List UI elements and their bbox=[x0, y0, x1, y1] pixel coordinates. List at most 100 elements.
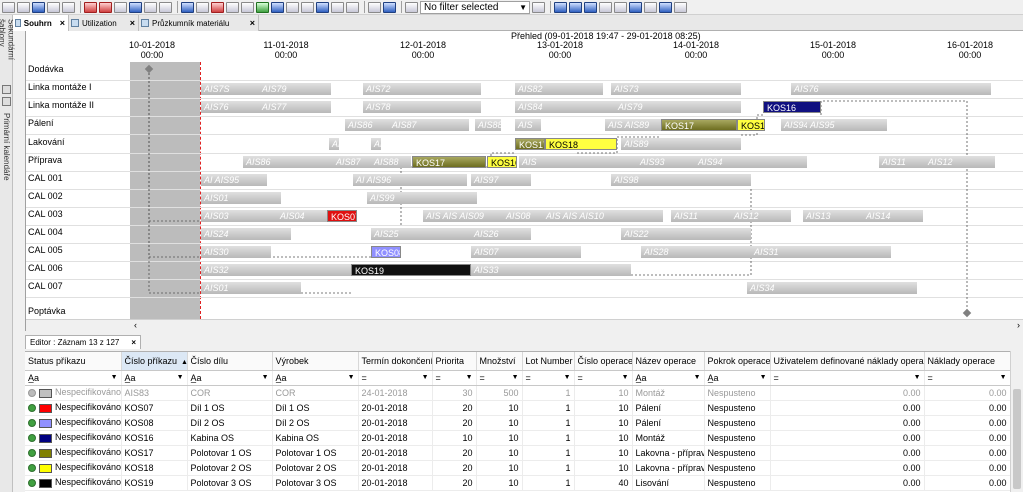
view-5-icon[interactable] bbox=[614, 1, 627, 13]
view-4-icon[interactable] bbox=[599, 1, 612, 13]
export-icon[interactable] bbox=[346, 1, 359, 13]
gantt-bar-operation[interactable]: AIS22 bbox=[621, 228, 751, 240]
gantt-bar-operation[interactable]: AIS87 bbox=[389, 119, 469, 131]
column-filter[interactable]: = ▼ bbox=[770, 370, 925, 386]
gantt-bar-operation[interactable]: AIS AIS89 bbox=[605, 119, 661, 131]
gantt-bar-operation[interactable]: AIS76 bbox=[791, 83, 991, 95]
gantt-bar-operation[interactable]: AIS86 bbox=[243, 156, 333, 168]
side-tab-primarni-kalendare[interactable]: Primární kalendáře bbox=[0, 111, 13, 181]
close-icon[interactable]: × bbox=[242, 18, 255, 28]
gantt-bar-operation[interactable]: AIS14 bbox=[863, 210, 923, 222]
text-icon[interactable] bbox=[644, 1, 657, 13]
gantt-bar-operation[interactable]: AIS01 bbox=[201, 192, 281, 204]
filter-icon[interactable] bbox=[405, 1, 418, 13]
gantt-bar-operation[interactable]: AIS99 bbox=[367, 192, 477, 204]
undo-icon[interactable] bbox=[2, 1, 15, 13]
settings-icon[interactable] bbox=[383, 1, 396, 13]
gantt-bar-operation[interactable]: AIS AIS AIS09 bbox=[423, 210, 513, 222]
gantt-bar-operation[interactable]: AIS88 bbox=[371, 156, 411, 168]
gantt-bar-operation[interactable]: AIS78 bbox=[363, 101, 481, 113]
table-row[interactable]: Nespecifikováno KOS17 Polotovar 1 OS Poloto… bbox=[25, 445, 1011, 461]
gantt-bar-order[interactable]: KOS19 bbox=[351, 264, 471, 276]
column-header[interactable]: Množství bbox=[476, 352, 523, 371]
gantt-bar-operation[interactable]: AIS88 bbox=[475, 119, 501, 131]
column-header[interactable]: Status příkazu bbox=[25, 352, 122, 371]
table-row[interactable]: Nespecifikováno KOS07 Díl 1 OS Díl 1 OS 20-0… bbox=[25, 400, 1011, 416]
gantt-horizontal-scrollbar[interactable]: ‹ › bbox=[26, 319, 1023, 331]
gantt-bar-operation[interactable]: AIS12 bbox=[731, 210, 791, 222]
tab-utilization[interactable]: Utilization × bbox=[69, 15, 139, 31]
column-filter[interactable]: A̲a ▼ bbox=[704, 370, 771, 386]
grid-icon[interactable] bbox=[286, 1, 299, 13]
view-8-icon[interactable] bbox=[674, 1, 687, 13]
grid-vertical-scrollbar[interactable] bbox=[1010, 351, 1023, 492]
side-tab-sekundarni-sablony[interactable]: Sekundární šablony bbox=[0, 17, 16, 81]
gantt-bar-operation[interactable]: AIS bbox=[515, 119, 541, 131]
pin-icon[interactable] bbox=[2, 97, 11, 106]
gantt-timeline[interactable]: Přehled (09-01-2018 19:47 - 29-01-2018 0… bbox=[129, 31, 1023, 319]
gantt-bar-operation[interactable]: AIS77 bbox=[259, 101, 331, 113]
gantt-bar-operation[interactable]: AIS bbox=[519, 156, 637, 168]
column-header[interactable]: Číslo příkazu▲ bbox=[121, 352, 188, 371]
gantt-bar-operation[interactable]: AIS84 bbox=[515, 101, 615, 113]
table-row[interactable]: Nespecifikováno AIS83 COR COR 24-01-2018 30 50… bbox=[25, 385, 1011, 401]
zoom-in-icon[interactable] bbox=[47, 1, 60, 13]
lock-icon[interactable] bbox=[114, 1, 127, 13]
check-icon[interactable] bbox=[256, 1, 269, 13]
schedule-icon[interactable] bbox=[32, 1, 45, 13]
view-2-icon[interactable] bbox=[569, 1, 582, 13]
arrow-right-icon[interactable] bbox=[144, 1, 157, 13]
view-3-icon[interactable] bbox=[584, 1, 597, 13]
gantt-bar-operation[interactable]: AIS bbox=[371, 138, 381, 150]
gantt-bar-operation[interactable]: AIS01 bbox=[201, 282, 301, 294]
orders-grid[interactable]: Status příkazuČíslo příkazu▲Číslo díluVý… bbox=[25, 351, 1023, 492]
milestone-diamond[interactable] bbox=[144, 64, 154, 74]
refresh-icon[interactable] bbox=[368, 1, 381, 13]
gantt-bar-operation[interactable]: AIS87 bbox=[333, 156, 371, 168]
column-header[interactable]: Termín dokončení bbox=[358, 352, 433, 371]
column-header[interactable]: Uživatelem definované náklady operace bbox=[770, 352, 925, 371]
column-filter[interactable]: A̲a ▼ bbox=[272, 370, 359, 386]
gantt-bar-operation[interactable]: AIS33 bbox=[471, 264, 631, 276]
gantt-bar-operation[interactable]: AIS08 bbox=[503, 210, 543, 222]
gantt-bar-operation[interactable]: AIS26 bbox=[471, 228, 531, 240]
link-icon[interactable] bbox=[129, 1, 142, 13]
column-header[interactable]: Priorita bbox=[432, 352, 477, 371]
gantt-bar-operation[interactable]: AIS7S bbox=[201, 83, 261, 95]
scroll-right-icon[interactable]: › bbox=[1017, 320, 1020, 330]
close-icon[interactable]: × bbox=[52, 18, 65, 28]
close-icon[interactable]: × bbox=[122, 18, 135, 28]
gantt-bar-order[interactable]: KOS17 bbox=[661, 119, 737, 131]
column-filter[interactable]: A̲a ▼ bbox=[632, 370, 705, 386]
redo-icon[interactable] bbox=[17, 1, 30, 13]
gantt-bar-order[interactable]: KOS17 bbox=[412, 156, 486, 168]
gantt-bar-operation[interactable]: AIS34 bbox=[747, 282, 917, 294]
gantt-bar-operation[interactable]: AIS24 bbox=[201, 228, 291, 240]
scrollbar-thumb[interactable] bbox=[1013, 389, 1021, 489]
table-icon[interactable] bbox=[301, 1, 314, 13]
gantt-bar-operation[interactable]: AIS31 bbox=[751, 246, 891, 258]
zoom-out-icon[interactable] bbox=[62, 1, 75, 13]
editor-tab[interactable]: Editor : Záznam 13 z 127 × bbox=[25, 335, 142, 349]
split-icon[interactable] bbox=[159, 1, 172, 13]
table-row[interactable]: Nespecifikováno KOS19 Polotovar 3 OS Poloto… bbox=[25, 475, 1011, 491]
gantt-bar-operation[interactable]: AIS97 bbox=[471, 174, 531, 186]
chain-icon[interactable] bbox=[271, 1, 284, 13]
column-header[interactable]: Název operace bbox=[632, 352, 705, 371]
column-filter[interactable]: = ▼ bbox=[358, 370, 433, 386]
move-right-icon[interactable] bbox=[99, 1, 112, 13]
gantt-bar-operation[interactable]: AIS bbox=[329, 138, 339, 150]
gantt-bar-operation[interactable]: AIS03 bbox=[201, 210, 277, 222]
column-header[interactable]: Výrobek bbox=[272, 352, 359, 371]
gantt-bar-operation[interactable]: AI AIS96 bbox=[353, 174, 467, 186]
gantt-bar-operation[interactable]: AIS73 bbox=[611, 83, 741, 95]
gantt-bar-order[interactable]: KOS08 bbox=[371, 246, 401, 258]
column-filter[interactable]: A̲a ▼ bbox=[25, 370, 122, 386]
gantt-bar-operation[interactable]: AIS76 bbox=[201, 101, 261, 113]
gantt-bar-operation[interactable]: AIS94 bbox=[695, 156, 807, 168]
view-1-icon[interactable] bbox=[554, 1, 567, 13]
gantt-bar-order[interactable]: KOS18 bbox=[545, 138, 617, 150]
tab-pruzkumnik-materialu[interactable]: Průzkumník materiálu × bbox=[139, 15, 259, 31]
gantt-bar-operation[interactable]: AIS12 bbox=[925, 156, 995, 168]
tab-souhrn[interactable]: Souhrn × bbox=[13, 15, 69, 31]
